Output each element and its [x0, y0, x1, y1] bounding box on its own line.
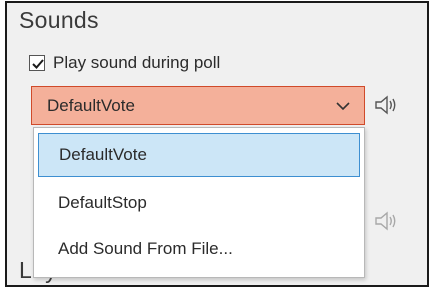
sound-option-add-from-file[interactable]: Add Sound From File... — [38, 227, 360, 271]
play-sound-checkbox[interactable] — [29, 55, 45, 71]
sound-option-defaultstop[interactable]: DefaultStop — [38, 181, 360, 225]
speaker-icon[interactable] — [374, 94, 400, 116]
sound-select[interactable]: DefaultVote — [31, 86, 365, 125]
sound-select-value: DefaultVote — [47, 95, 135, 115]
settings-panel: Sounds Play sound during poll DefaultVot… — [5, 1, 429, 287]
sound-option-defaultvote[interactable]: DefaultVote — [38, 133, 360, 177]
chevron-down-icon — [336, 101, 350, 110]
play-sound-checkbox-row[interactable]: Play sound during poll — [29, 51, 220, 75]
sound-dropdown-list[interactable]: DefaultVote DefaultStop Add Sound From F… — [33, 127, 365, 278]
speaker-icon-disabled — [375, 211, 396, 231]
sounds-section-title: Sounds — [19, 7, 99, 33]
checkmark-icon — [32, 59, 44, 69]
play-sound-label: Play sound during poll — [53, 53, 221, 72]
